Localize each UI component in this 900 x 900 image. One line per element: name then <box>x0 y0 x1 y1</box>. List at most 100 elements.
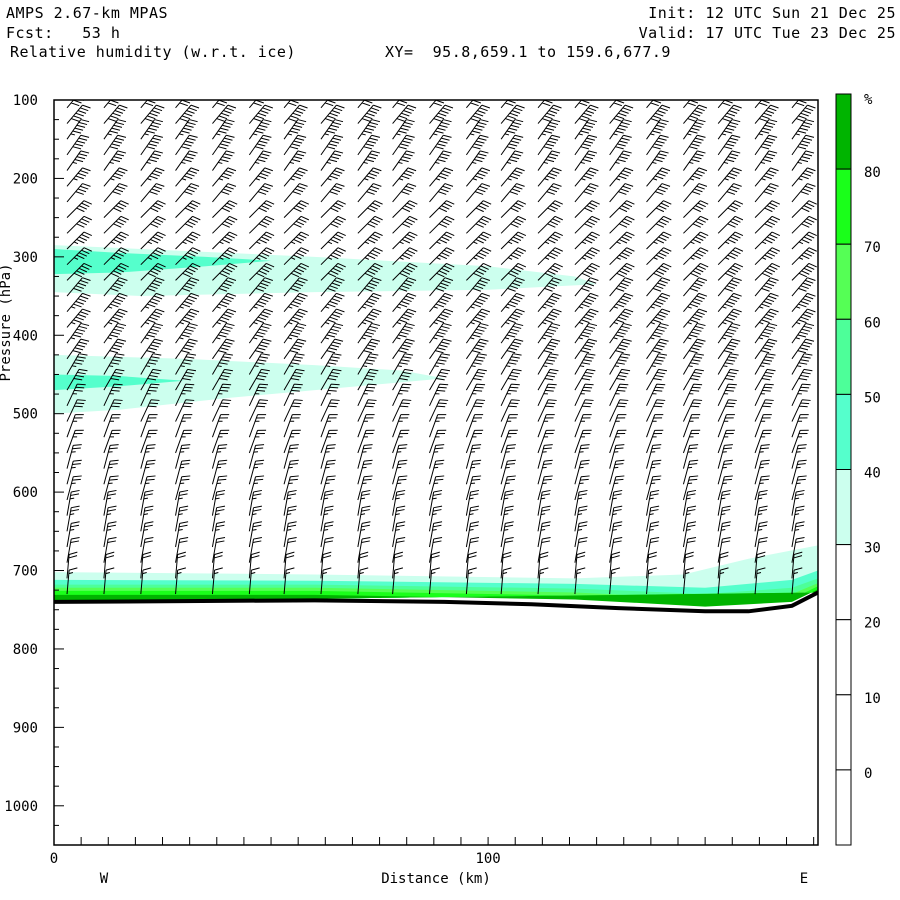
wind-barb <box>609 200 635 218</box>
x-tick-label: 100 <box>475 851 500 867</box>
wind-barb <box>683 247 709 266</box>
wind-barb <box>140 292 165 313</box>
wind-barb <box>500 150 524 171</box>
wind-barb <box>574 353 596 375</box>
wind-barb <box>574 167 599 187</box>
wind-barb <box>465 429 484 454</box>
cross-section-plot: 10020030040050060070080090010000 100Dista… <box>0 92 881 887</box>
wind-barb <box>140 100 158 109</box>
wind-barb <box>609 292 634 313</box>
wind-barb <box>429 167 454 187</box>
wind-barb <box>754 247 781 266</box>
wind-barb <box>140 231 166 250</box>
wind-barb <box>465 505 480 532</box>
wind-barb <box>646 521 660 548</box>
wind-barb <box>392 521 406 548</box>
y-tick-label: 800 <box>13 642 38 658</box>
colorbar-segment <box>835 544 852 621</box>
wind-barb <box>646 292 671 313</box>
wind-barb <box>211 429 230 454</box>
wind-barb <box>646 459 662 485</box>
colorbar-unit: % <box>864 92 873 108</box>
wind-barb <box>754 521 768 548</box>
wind-barb <box>140 429 158 454</box>
wind-barb <box>429 475 445 501</box>
chart-figure: AMPS 2.67-km MPAS Fcst: 53 h Relative hu… <box>0 0 900 900</box>
wind-barb <box>392 475 408 501</box>
wind-barb <box>754 231 781 250</box>
colorbar-segment <box>835 393 852 470</box>
wind-barb <box>717 521 731 548</box>
wind-barb <box>357 100 375 109</box>
wind-barb <box>537 183 562 203</box>
wind-barb <box>320 167 345 187</box>
wind-barb <box>429 100 447 109</box>
wind-barb <box>429 183 454 203</box>
colorbar-label: 40 <box>864 466 881 482</box>
y-tick-label: 300 <box>13 250 38 266</box>
wind-barb <box>140 475 156 501</box>
y-tick-label: 1000 <box>4 799 38 815</box>
wind-barb <box>212 100 230 109</box>
wind-barb <box>357 292 382 313</box>
wind-barb <box>66 429 84 454</box>
wind-barb <box>283 505 297 532</box>
wind-barb <box>717 231 744 250</box>
wind-barb <box>646 429 664 454</box>
wind-barb <box>392 200 418 218</box>
wind-barb <box>717 215 744 234</box>
wind-barb <box>248 150 272 171</box>
wind-barb <box>248 505 262 532</box>
wind-barb <box>103 475 119 501</box>
wind-barb <box>103 231 129 250</box>
wind-barb <box>392 429 410 454</box>
wind-barb <box>683 277 708 297</box>
wind-barb <box>791 262 817 281</box>
wind-barb <box>175 429 193 454</box>
wind-barb <box>103 429 121 454</box>
y-tick-label: 900 <box>13 720 38 736</box>
wind-barb <box>66 459 82 485</box>
wind-barb <box>103 167 128 187</box>
wind-barb <box>465 459 482 485</box>
wind-barb <box>66 183 91 203</box>
colorbar-label: 60 <box>864 315 881 331</box>
wind-barb <box>392 231 418 250</box>
wind-barb <box>212 292 237 313</box>
y-axis-label: Pressure (hPa) <box>0 263 14 381</box>
wind-barb <box>754 167 779 187</box>
wind-barb <box>500 183 525 203</box>
wind-barb <box>609 100 627 109</box>
wind-barb <box>646 475 662 501</box>
wind-barb <box>500 292 525 313</box>
wind-barb <box>212 200 238 218</box>
wind-barb <box>754 150 778 171</box>
wind-barb <box>717 150 741 171</box>
wind-barb <box>283 150 307 171</box>
wind-barb <box>103 150 127 171</box>
wind-barb <box>429 459 445 485</box>
wind-barb <box>357 215 383 234</box>
wind-barb <box>537 150 561 171</box>
colorbar-label: 20 <box>864 616 881 632</box>
wind-barb <box>609 262 635 281</box>
wind-barb <box>283 215 310 234</box>
wind-barb <box>466 231 492 250</box>
wind-barb <box>175 200 201 218</box>
colorbar-segment <box>835 619 852 696</box>
wind-barb <box>717 429 735 454</box>
wind-barb <box>103 183 128 203</box>
wind-barb <box>717 459 733 485</box>
wind-barb <box>682 475 699 501</box>
wind-barb <box>248 521 262 548</box>
wind-barb <box>103 200 129 218</box>
wind-barb <box>791 429 809 454</box>
wind-barb <box>500 429 518 454</box>
wind-barb <box>683 215 709 234</box>
colorbar-segment <box>835 243 852 320</box>
wind-barb <box>574 292 599 313</box>
wind-barb <box>717 475 733 501</box>
wind-barb <box>140 215 166 234</box>
wind-barb <box>609 215 635 234</box>
wind-barb <box>66 167 91 187</box>
